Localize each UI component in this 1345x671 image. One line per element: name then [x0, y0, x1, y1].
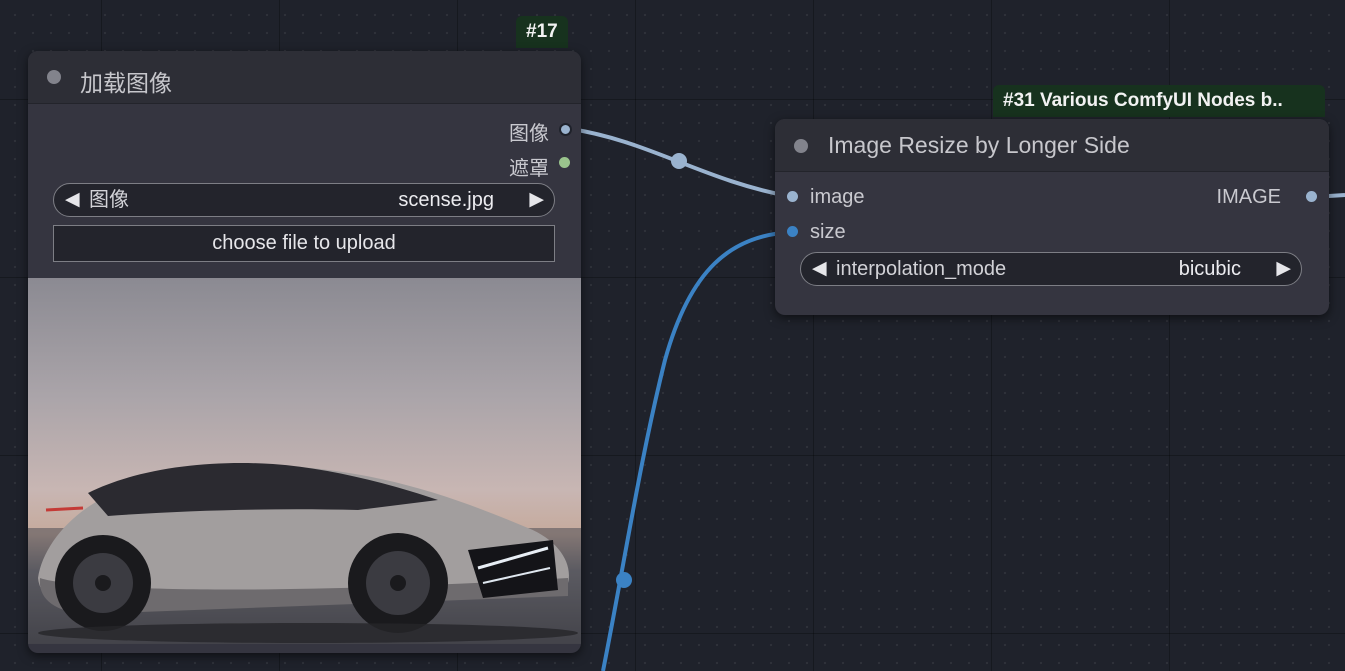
- input-slot-size-icon[interactable]: [787, 226, 798, 237]
- node-title: Image Resize by Longer Side: [828, 132, 1130, 158]
- arrow-right-icon[interactable]: ▶: [1276, 257, 1291, 281]
- widget-label: 图像: [89, 189, 129, 211]
- image-preview: [28, 278, 581, 644]
- widget-value: scense.jpg: [398, 189, 494, 211]
- load-image-node[interactable]: 加载图像 图像 遮罩 ◀ 图像 scense.jpg ▶ choose file…: [28, 51, 581, 653]
- arrow-left-icon[interactable]: ◀: [812, 257, 827, 281]
- node-id-badge-17: #17: [516, 16, 568, 48]
- output-label-image: IMAGE: [1216, 186, 1281, 208]
- size-link[interactable]: [601, 230, 794, 671]
- node-title: 加载图像: [80, 70, 172, 96]
- input-label-size: size: [810, 221, 846, 243]
- node-header[interactable]: 加载图像: [28, 51, 581, 104]
- node-header[interactable]: Image Resize by Longer Side: [775, 119, 1329, 172]
- input-slot-image-icon[interactable]: [787, 191, 798, 202]
- car-image: [28, 463, 581, 644]
- widget-value: bicubic: [1178, 258, 1241, 280]
- image-resize-node[interactable]: Image Resize by Longer Side image IMAGE …: [775, 119, 1329, 315]
- image-link-midpoint[interactable]: [671, 153, 687, 169]
- upload-button[interactable]: choose file to upload: [53, 225, 555, 262]
- node-id-badge-31: #31 Various ComfyUI Nodes b..: [993, 85, 1325, 117]
- output-label-mask: 遮罩: [509, 158, 549, 180]
- interpolation-mode-widget[interactable]: ◀ interpolation_mode bicubic ▶: [800, 252, 1302, 286]
- input-label-image: image: [810, 186, 865, 208]
- graph-canvas[interactable]: #17 加载图像 图像 遮罩 ◀ 图像 scense.jpg ▶ choose …: [0, 0, 1345, 671]
- output-slot-mask-icon[interactable]: [559, 157, 570, 168]
- widget-label: interpolation_mode: [836, 258, 1007, 280]
- collapse-dot-icon[interactable]: [47, 70, 61, 84]
- output-label-image: 图像: [509, 123, 549, 145]
- arrow-left-icon[interactable]: ◀: [65, 188, 80, 212]
- output-slot-image-icon[interactable]: [1306, 191, 1317, 202]
- size-link-midpoint[interactable]: [616, 572, 632, 588]
- arrow-right-icon[interactable]: ▶: [529, 188, 544, 212]
- output-slot-image-icon[interactable]: [559, 123, 572, 136]
- image-select-widget[interactable]: ◀ 图像 scense.jpg ▶: [53, 183, 555, 217]
- collapse-dot-icon[interactable]: [794, 139, 808, 153]
